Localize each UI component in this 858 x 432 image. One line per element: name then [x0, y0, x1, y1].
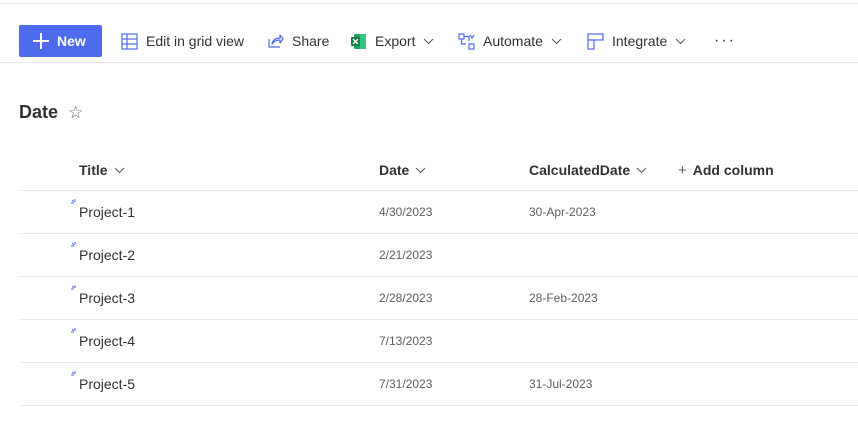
row-calculated-date: 31-Jul-2023 — [529, 377, 593, 391]
row-calculated-date: 28-Feb-2023 — [529, 291, 598, 305]
plus-icon: + — [678, 161, 687, 179]
row-calculated-date: 30-Apr-2023 — [529, 205, 596, 219]
automate-icon — [458, 32, 475, 50]
more-options-button[interactable]: ··· — [714, 25, 736, 57]
share-icon — [268, 34, 284, 48]
column-header-date-label: Date — [379, 162, 410, 178]
new-button-label: New — [57, 33, 86, 49]
row-title[interactable]: Project-3 — [79, 277, 135, 319]
row-title[interactable]: Project-1 — [79, 191, 135, 233]
column-header-row: Title Date CalculatedDate + Add column — [19, 150, 858, 191]
column-header-calculated-date[interactable]: CalculatedDate — [529, 150, 647, 190]
add-column-button[interactable]: + Add column — [678, 150, 774, 190]
chevron-down-icon — [551, 38, 562, 44]
new-button[interactable]: New — [19, 25, 102, 57]
row-title[interactable]: Project-2 — [79, 234, 135, 276]
column-header-title-label: Title — [79, 162, 108, 178]
integrate-label: Integrate — [612, 33, 668, 49]
edit-grid-view-label: Edit in grid view — [146, 33, 245, 49]
column-header-date[interactable]: Date — [379, 150, 426, 190]
row-title[interactable]: Project-5 — [79, 363, 135, 405]
edit-grid-view-button[interactable]: Edit in grid view — [121, 25, 244, 57]
command-bar: New Edit in grid view Share Export Autom… — [0, 0, 858, 63]
more-icon: ··· — [714, 32, 736, 49]
plus-icon — [33, 33, 49, 49]
chevron-down-icon — [114, 167, 124, 173]
share-label: Share — [292, 33, 330, 49]
table-row[interactable]: Project-1 4/30/2023 30-Apr-2023 — [19, 191, 858, 234]
table-row[interactable]: Project-5 7/31/2023 31-Jul-2023 — [19, 363, 858, 406]
add-column-label: Add column — [692, 162, 774, 178]
integrate-button[interactable]: Integrate — [587, 25, 686, 57]
chevron-down-icon — [424, 38, 434, 44]
table-row[interactable]: Project-2 2/21/2023 — [19, 234, 858, 277]
grid-icon — [121, 32, 138, 50]
row-title[interactable]: Project-4 — [79, 320, 135, 362]
export-label: Export — [375, 33, 416, 49]
automate-button[interactable]: Automate — [458, 25, 562, 57]
list-title-area: Date ☆ — [19, 102, 83, 123]
table-row[interactable]: Project-3 2/28/2023 28-Feb-2023 — [19, 277, 858, 320]
page-title: Date — [19, 102, 59, 122]
export-button[interactable]: Export — [350, 25, 434, 57]
row-date: 2/21/2023 — [379, 248, 433, 262]
chevron-down-icon — [415, 167, 426, 173]
chevron-down-icon — [675, 38, 686, 44]
row-date: 7/31/2023 — [379, 377, 433, 391]
row-date: 2/28/2023 — [379, 291, 433, 305]
row-date: 4/30/2023 — [379, 205, 433, 219]
row-date: 7/13/2023 — [379, 334, 433, 348]
share-button[interactable]: Share — [267, 25, 329, 57]
column-header-calculated-date-label: CalculatedDate — [529, 162, 631, 178]
table-row[interactable]: Project-4 7/13/2023 — [19, 320, 858, 363]
column-header-title[interactable]: Title — [79, 150, 125, 190]
chevron-down-icon — [636, 167, 647, 173]
automate-label: Automate — [483, 33, 543, 49]
excel-icon — [351, 33, 366, 49]
integrate-icon — [587, 32, 604, 50]
favorite-star-icon[interactable]: ☆ — [68, 103, 83, 123]
